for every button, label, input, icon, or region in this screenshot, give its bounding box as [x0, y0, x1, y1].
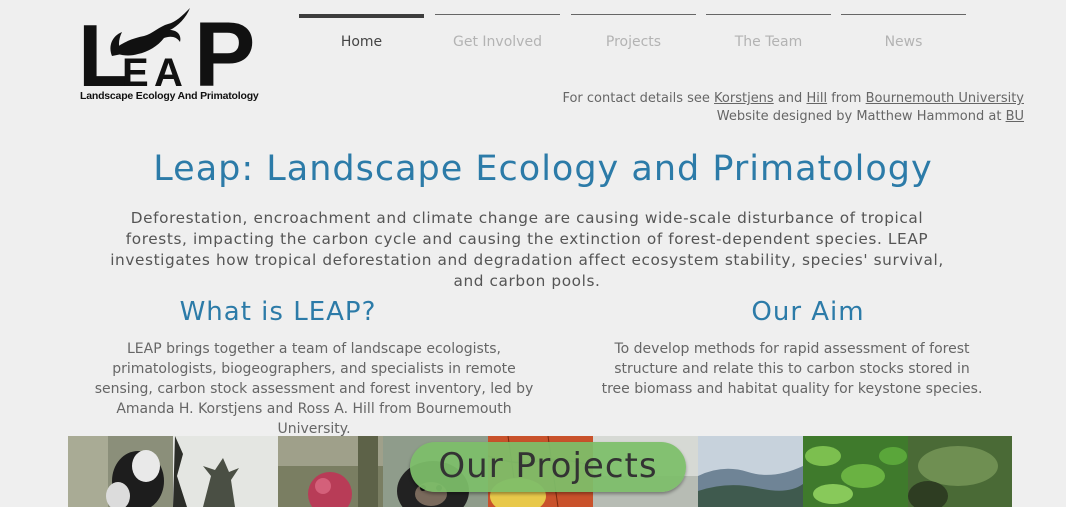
contact-and: and: [777, 91, 803, 106]
contact-line-1: For contact details see Korstjens and Hi…: [562, 90, 1024, 108]
nav-news[interactable]: News: [841, 14, 966, 54]
colobus-monkey-photo: [68, 436, 173, 507]
nav-home[interactable]: Home: [299, 14, 424, 54]
contact-line-2: Website designed by Matthew Hammond at B…: [562, 108, 1024, 126]
contact-from: from: [831, 91, 862, 106]
intro-paragraph: Deforestation, encroachment and climate …: [110, 209, 944, 290]
hills-photo: [698, 436, 803, 507]
what-is-leap-heading: What is LEAP?: [179, 297, 377, 327]
leap-logo-mark: L E A P: [78, 6, 255, 90]
leap-logo[interactable]: L E A P Landscape Ecology And Primatolog…: [78, 6, 278, 106]
green-leaves-photo: [803, 436, 908, 507]
svg-text:E: E: [122, 51, 149, 90]
svg-text:A: A: [154, 51, 183, 90]
logo-caption: Landscape Ecology And Primatology: [80, 90, 259, 102]
nav-the-team[interactable]: The Team: [706, 14, 831, 54]
bournemouth-university-link[interactable]: Bournemouth University: [866, 91, 1024, 106]
nav-get-involved[interactable]: Get Involved: [435, 14, 560, 54]
red-flower-photo: [278, 436, 383, 507]
bu-link[interactable]: BU: [1006, 109, 1024, 124]
main-nav: Home Get Involved Projects The Team News: [299, 14, 969, 54]
gorilla-forest-photo: [908, 436, 1012, 507]
our-aim-text: To develop methods for rapid assessment …: [601, 341, 983, 397]
svg-text:P: P: [194, 6, 255, 90]
designer-credit: Website designed by Matthew Hammond at: [716, 109, 1002, 124]
contact-info: For contact details see Korstjens and Hi…: [562, 90, 1024, 126]
what-is-leap-text: LEAP brings together a team of landscape…: [94, 341, 534, 437]
korstjens-link[interactable]: Korstjens: [714, 91, 774, 106]
page-title: Leap: Landscape Ecology and Primatology: [153, 149, 933, 189]
our-aim-heading: Our Aim: [751, 297, 865, 327]
nav-projects[interactable]: Projects: [571, 14, 696, 54]
contact-prefix: For contact details see: [562, 91, 710, 106]
hill-link[interactable]: Hill: [806, 91, 827, 106]
our-projects-button[interactable]: Our Projects: [410, 442, 686, 492]
tree-silhouette-photo: [173, 436, 278, 507]
